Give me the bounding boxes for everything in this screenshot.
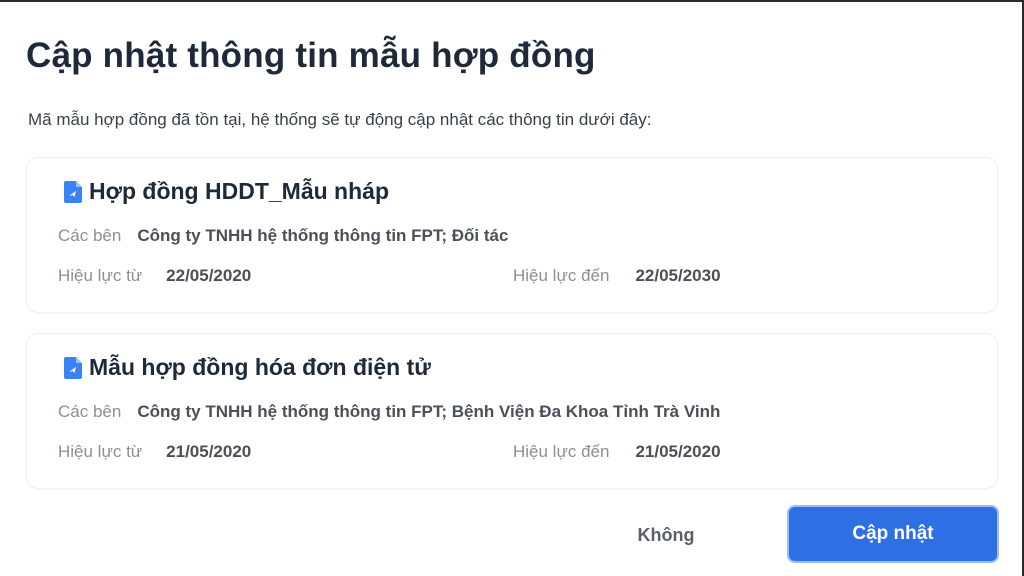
valid-from-label: Hiệu lực từ: [58, 442, 143, 461]
parties-label: Các bên: [58, 402, 122, 421]
update-button[interactable]: Cập nhật: [789, 507, 997, 561]
document-icon: [64, 356, 82, 379]
dialog-subtitle: Mã mẫu hợp đồng đã tồn tại, hệ thống sẽ …: [28, 110, 652, 129]
valid-from-value: 21/05/2020: [166, 442, 252, 461]
valid-to-label: Hiệu lực đến: [513, 442, 610, 461]
contract-card-title: Mẫu hợp đồng hóa đơn điện tử: [63, 354, 431, 381]
contract-card: Hợp đồng HDDT_Mẫu nháp Các bên Công ty T…: [26, 157, 998, 313]
parties-value: Công ty TNHH hệ thống thông tin FPT; Bện…: [137, 402, 721, 421]
parties-row: Các bên Công ty TNHH hệ thống thông tin …: [58, 402, 720, 422]
valid-from-row: Hiệu lực từ 22/05/2020: [58, 266, 251, 286]
valid-to-value: 21/05/2020: [635, 442, 721, 461]
valid-to-value: 22/05/2030: [635, 266, 721, 285]
update-contract-template-dialog: Cập nhật thông tin mẫu hợp đồng Mã mẫu h…: [0, 0, 1024, 576]
contract-card: Mẫu hợp đồng hóa đơn điện tử Các bên Côn…: [26, 333, 998, 489]
dialog-title: Cập nhật thông tin mẫu hợp đồng: [26, 36, 596, 75]
valid-from-label: Hiệu lực từ: [58, 266, 143, 285]
contract-name: Hợp đồng HDDT_Mẫu nháp: [89, 178, 389, 204]
valid-from-value: 22/05/2020: [166, 266, 252, 285]
contract-card-title: Hợp đồng HDDT_Mẫu nháp: [63, 178, 389, 205]
valid-to-label: Hiệu lực đến: [513, 266, 610, 285]
cancel-button[interactable]: Không: [618, 514, 714, 556]
document-icon: [64, 180, 82, 203]
valid-to-row: Hiệu lực đến 21/05/2020: [513, 442, 721, 462]
parties-value: Công ty TNHH hệ thống thông tin FPT; Đối…: [137, 226, 509, 245]
parties-row: Các bên Công ty TNHH hệ thống thông tin …: [58, 226, 508, 246]
parties-label: Các bên: [58, 226, 122, 245]
contract-name: Mẫu hợp đồng hóa đơn điện tử: [89, 354, 431, 380]
valid-to-row: Hiệu lực đến 22/05/2030: [513, 266, 721, 286]
valid-from-row: Hiệu lực từ 21/05/2020: [58, 442, 251, 462]
